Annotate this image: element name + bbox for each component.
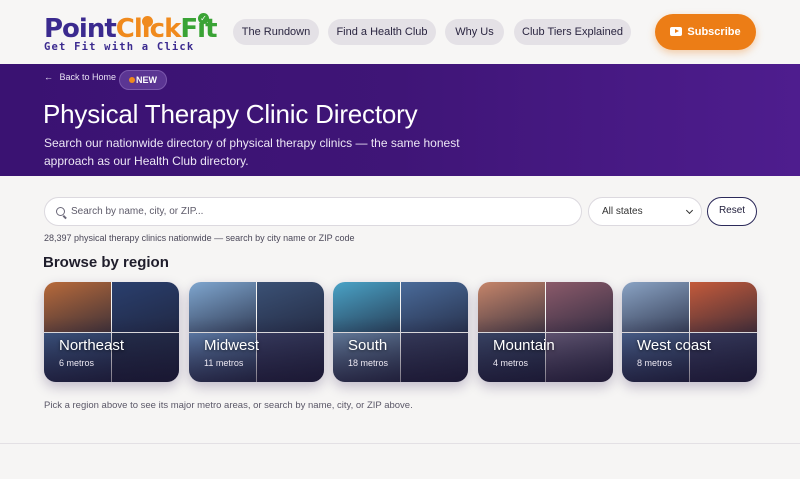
nav-why-us[interactable]: Why Us (445, 19, 504, 45)
region-card[interactable]: West coast 8 metros (622, 282, 757, 382)
pointclickfit-logo[interactable]: PointClickFit ✓ Get Fit with a Click (44, 13, 218, 54)
logo-wordmark: PointClickFit (44, 14, 218, 44)
search-icon (56, 207, 65, 216)
new-badge: NEW (119, 70, 167, 90)
page-title: Physical Therapy Clinic Directory (43, 99, 418, 129)
search-input[interactable] (71, 198, 571, 225)
region-name: South (348, 337, 388, 354)
region-metro-count: 4 metros (493, 358, 529, 368)
state-select-value: All states (602, 206, 643, 217)
page-subtitle: Search our nationwide directory of physi… (44, 136, 460, 168)
new-badge-label: NEW (136, 75, 157, 85)
logo-cursor-icon (142, 16, 153, 27)
subscribe-label: Subscribe (687, 26, 741, 38)
nav-the-rundown[interactable]: The Rundown (233, 19, 319, 45)
dot-icon (129, 77, 135, 83)
nav-find-health-club[interactable]: Find a Health Club (328, 19, 436, 45)
region-card[interactable]: Midwest 11 metros (189, 282, 324, 382)
region-metro-count: 8 metros (637, 358, 673, 368)
reset-button[interactable]: Reset (707, 197, 757, 226)
youtube-icon (670, 27, 683, 36)
region-card[interactable]: South 18 metros (333, 282, 468, 382)
back-home-label: Back to Home (59, 72, 117, 82)
state-select[interactable]: All states (588, 197, 702, 226)
search-box[interactable] (44, 197, 582, 226)
region-name: Northeast (59, 337, 125, 354)
logo-word-point: Point (44, 14, 117, 44)
arrow-left-icon: ← (44, 72, 53, 82)
logo-check-icon: ✓ (198, 13, 209, 24)
hero-banner: ← Back to Home NEW Physical Therapy Clin… (0, 64, 800, 176)
back-home-link[interactable]: ← Back to Home (44, 72, 116, 82)
region-hint-text: Pick a region above to see its major met… (44, 400, 413, 411)
browse-region-heading: Browse by region (43, 254, 169, 271)
region-metro-count: 18 metros (348, 358, 389, 368)
clinic-count-text: 28,397 physical therapy clinics nationwi… (44, 233, 355, 243)
region-metro-count: 11 metros (204, 358, 244, 368)
divider (0, 443, 800, 444)
nav-club-tiers[interactable]: Club Tiers Explained (514, 19, 631, 45)
region-name: West coast (637, 337, 711, 354)
region-card[interactable]: Mountain 4 metros (478, 282, 613, 382)
chevron-down-icon (685, 206, 694, 215)
site-header: PointClickFit ✓ Get Fit with a Click The… (0, 0, 800, 64)
region-name: Midwest (204, 337, 260, 354)
region-name: Mountain (493, 337, 555, 354)
logo-tagline: Get Fit with a Click (44, 41, 195, 53)
region-metro-count: 6 metros (59, 358, 95, 368)
region-card[interactable]: Northeast 6 metros (44, 282, 179, 382)
subscribe-button[interactable]: Subscribe (655, 14, 756, 50)
